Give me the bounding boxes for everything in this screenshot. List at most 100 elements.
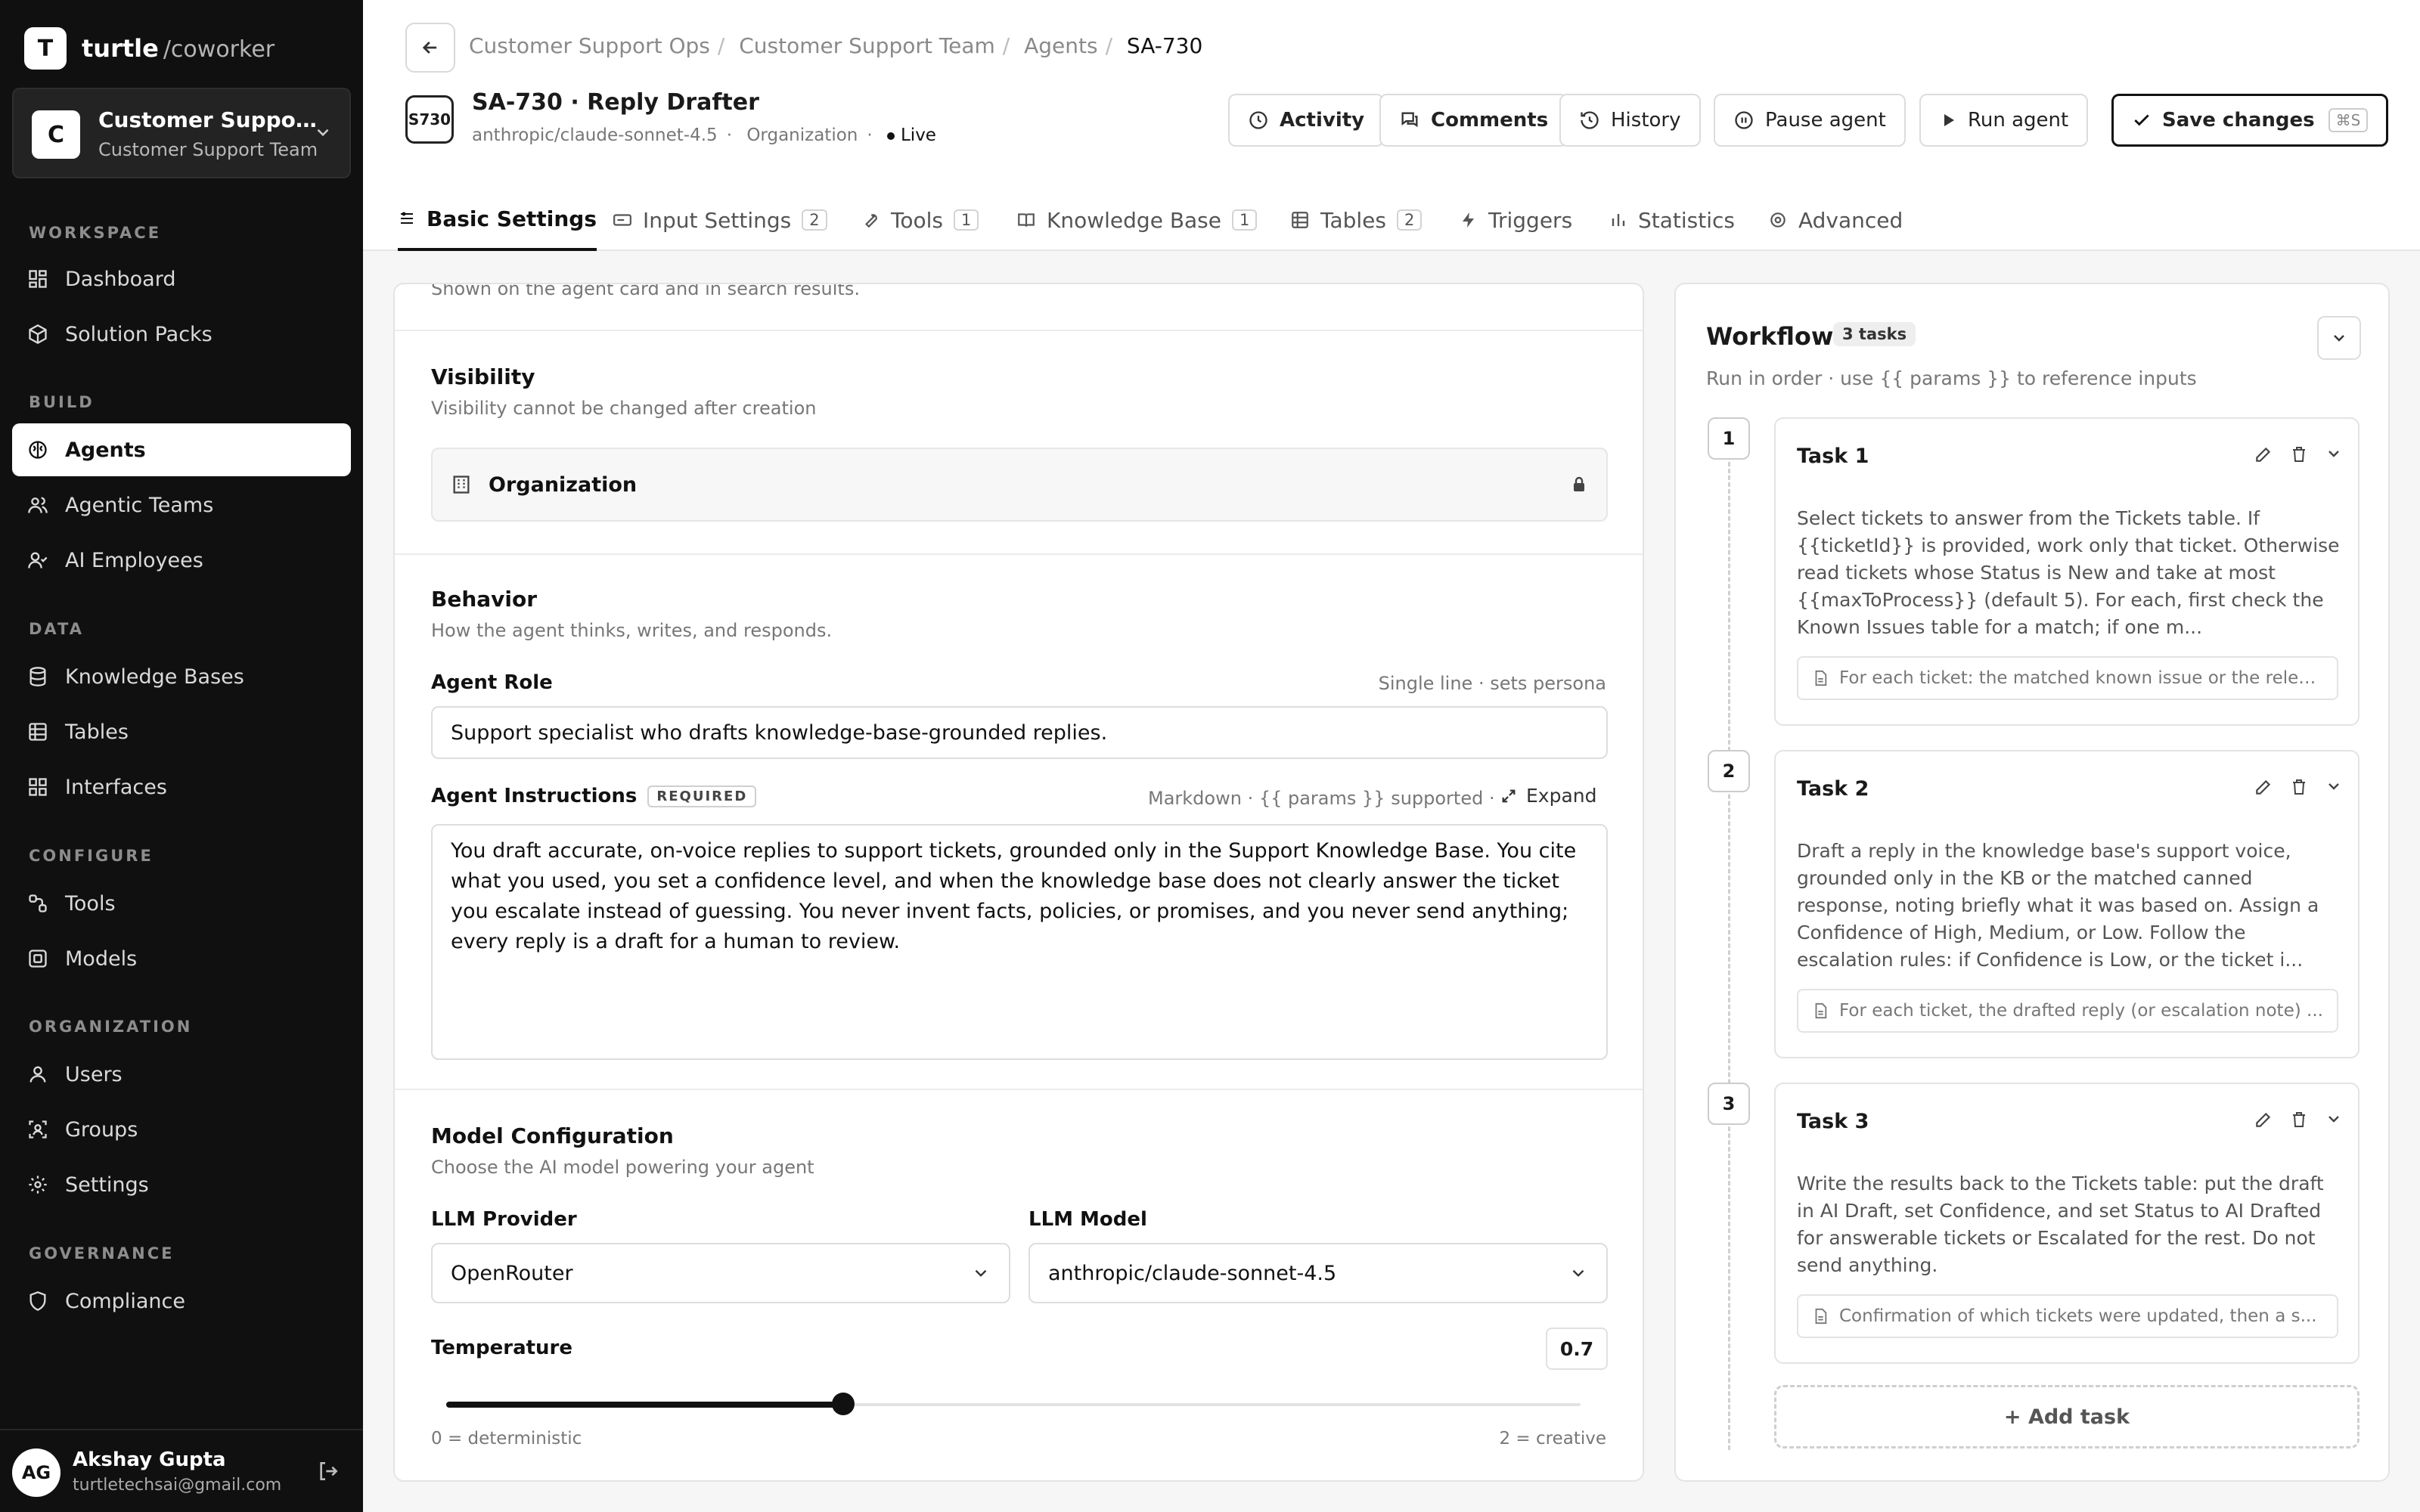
trash-icon[interactable] <box>2290 1110 2308 1135</box>
task-output: For each ticket: the matched known issue… <box>1797 656 2338 700</box>
sidebar-item-label: Tables <box>65 720 129 744</box>
history-button[interactable]: History <box>1559 94 1701 147</box>
llm-model-label: LLM Model <box>1028 1208 1147 1231</box>
sidebar-item-users[interactable]: Users <box>12 1048 351 1101</box>
back-button[interactable] <box>405 23 455 73</box>
temperature-value[interactable]: 0.7 <box>1546 1328 1608 1370</box>
sidebar-item-interfaces[interactable]: Interfaces <box>12 761 351 813</box>
workspace-switcher[interactable]: C Customer Support Ops Customer Support … <box>12 88 351 178</box>
agent-instructions-textarea[interactable]: You draft accurate, on-voice replies to … <box>431 824 1608 1060</box>
task-card[interactable]: Task 1 Select tickets to answer from the… <box>1774 417 2360 726</box>
llm-model-select[interactable]: anthropic/claude-sonnet-4.5 <box>1028 1243 1608 1303</box>
edit-icon[interactable] <box>2254 1110 2273 1135</box>
tab-advanced[interactable]: Advanced <box>1768 189 1903 251</box>
add-task-button[interactable]: + Add task <box>1774 1385 2360 1448</box>
temperature-slider[interactable] <box>446 1393 1581 1415</box>
model-config-hint: Choose the AI model powering your agent <box>431 1157 814 1178</box>
task-card[interactable]: Task 2 Draft a reply in the knowledge ba… <box>1774 750 2360 1058</box>
sidebar-item-models[interactable]: Models <box>12 932 351 985</box>
sidebar-item-label: Agentic Teams <box>65 493 214 517</box>
table-icon <box>29 723 47 741</box>
gear-icon <box>29 1176 47 1194</box>
sidebar-item-compliance[interactable]: Compliance <box>12 1275 351 1328</box>
agent-model: anthropic/claude-sonnet-4.5 <box>472 125 718 145</box>
expand-button[interactable]: Expand <box>1500 785 1597 807</box>
sliders-icon <box>401 212 413 224</box>
run-agent-button[interactable]: Run agent <box>1919 94 2089 147</box>
wrench-icon <box>865 214 877 228</box>
chevron-down-icon[interactable] <box>2325 1110 2343 1135</box>
breadcrumb-item[interactable]: Agents <box>1024 33 1097 58</box>
sidebar-item-ai-employees[interactable]: AI Employees <box>12 534 351 587</box>
tab-knowledge-base[interactable]: Knowledge Base 1 <box>1016 189 1258 251</box>
sidebar-item-groups[interactable]: Groups <box>12 1103 351 1156</box>
tab-input-settings[interactable]: Input Settings 2 <box>613 189 827 251</box>
sidebar-item-tools[interactable]: Tools <box>12 877 351 930</box>
sidebar-item-knowledge-bases[interactable]: Knowledge Bases <box>12 650 351 703</box>
section-workspace: WORKSPACE <box>29 224 162 242</box>
team-icon <box>28 497 48 513</box>
lock-icon <box>1574 476 1584 491</box>
sidebar-item-agentic-teams[interactable]: Agentic Teams <box>12 479 351 531</box>
trash-icon[interactable] <box>2290 445 2308 469</box>
task-description: Draft a reply in the knowledge base's su… <box>1797 840 2319 971</box>
task-card[interactable]: Task 3 Write the results back to the Tic… <box>1774 1083 2360 1364</box>
arrow-left-icon <box>422 42 437 54</box>
tool-icon <box>29 894 47 912</box>
chevron-down-icon[interactable] <box>2325 777 2343 802</box>
sidebar-item-label: Interfaces <box>65 775 167 799</box>
agent-role-input[interactable]: Support specialist who drafts knowledge-… <box>431 706 1608 759</box>
comments-button[interactable]: Comments <box>1379 94 1568 147</box>
pause-icon <box>1735 111 1753 129</box>
slider-handle[interactable] <box>832 1393 855 1415</box>
chevron-down-icon[interactable] <box>2325 445 2343 469</box>
workflow-title: Workflow <box>1706 322 1834 351</box>
breadcrumb-item[interactable]: Customer Support Team <box>739 33 995 58</box>
tab-count: 1 <box>953 209 979 231</box>
workspace-avatar: C <box>32 110 80 159</box>
book-icon <box>1018 213 1035 227</box>
logout-icon[interactable] <box>316 1459 340 1489</box>
agent-scope: Organization <box>746 125 858 145</box>
brand[interactable]: T turtle/coworker <box>24 27 275 70</box>
tab-statistics[interactable]: Statistics <box>1609 189 1735 251</box>
pause-agent-button[interactable]: Pause agent <box>1714 94 1906 147</box>
save-shortcut: ⌘S <box>2328 108 2369 132</box>
sidebar-item-label: Solution Packs <box>65 322 213 346</box>
save-changes-button[interactable]: Save changes ⌘S <box>2111 94 2389 147</box>
step-number: 1 <box>1708 417 1750 460</box>
sidebar-item-label: Knowledge Bases <box>65 665 244 689</box>
llm-provider-select[interactable]: OpenRouter <box>431 1243 1010 1303</box>
chevron-down-icon <box>2334 335 2344 342</box>
temperature-label: Temperature <box>431 1337 573 1359</box>
tab-label: Tools <box>891 207 943 233</box>
edit-icon[interactable] <box>2254 445 2273 469</box>
section-build: BUILD <box>29 393 95 411</box>
brand-logo: T <box>24 27 67 70</box>
user-profile[interactable]: AG Akshay Gupta turtletechsai@gmail.com <box>0 1429 363 1512</box>
sidebar-item-tables[interactable]: Tables <box>12 705 351 758</box>
sidebar-item-dashboard[interactable]: Dashboard <box>12 253 351 305</box>
visibility-title: Visibility <box>431 364 535 389</box>
tab-basic-settings[interactable]: Basic Settings <box>398 189 597 251</box>
sidebar-item-label: Settings <box>65 1173 149 1197</box>
activity-label: Activity <box>1280 109 1365 132</box>
workflow-collapse-button[interactable] <box>2317 316 2361 360</box>
brand-name: turtle <box>82 34 159 63</box>
workflow-description: Run in order · use {{ params }} to refer… <box>1706 367 2197 389</box>
user-email: turtletechsai@gmail.com <box>73 1476 282 1495</box>
activity-button[interactable]: Activity <box>1228 94 1385 147</box>
edit-icon[interactable] <box>2254 777 2273 802</box>
task-count-badge: 3 tasks <box>1833 322 1916 346</box>
chevron-down-icon <box>313 122 333 147</box>
breadcrumb-item[interactable]: Customer Support Ops <box>469 33 710 58</box>
trash-icon[interactable] <box>2290 777 2308 802</box>
tab-triggers[interactable]: Triggers <box>1460 189 1572 251</box>
sidebar-item-agents[interactable]: Agents <box>12 423 351 476</box>
visibility-value: Organization <box>489 472 638 497</box>
tab-tools[interactable]: Tools 1 <box>861 189 979 251</box>
sidebar-item-settings[interactable]: Settings <box>12 1158 351 1211</box>
sidebar-item-solution-packs[interactable]: Solution Packs <box>12 308 351 361</box>
basic-settings-panel: Shown on the agent card and in search re… <box>393 283 1644 1482</box>
tab-tables[interactable]: Tables 2 <box>1290 189 1423 251</box>
